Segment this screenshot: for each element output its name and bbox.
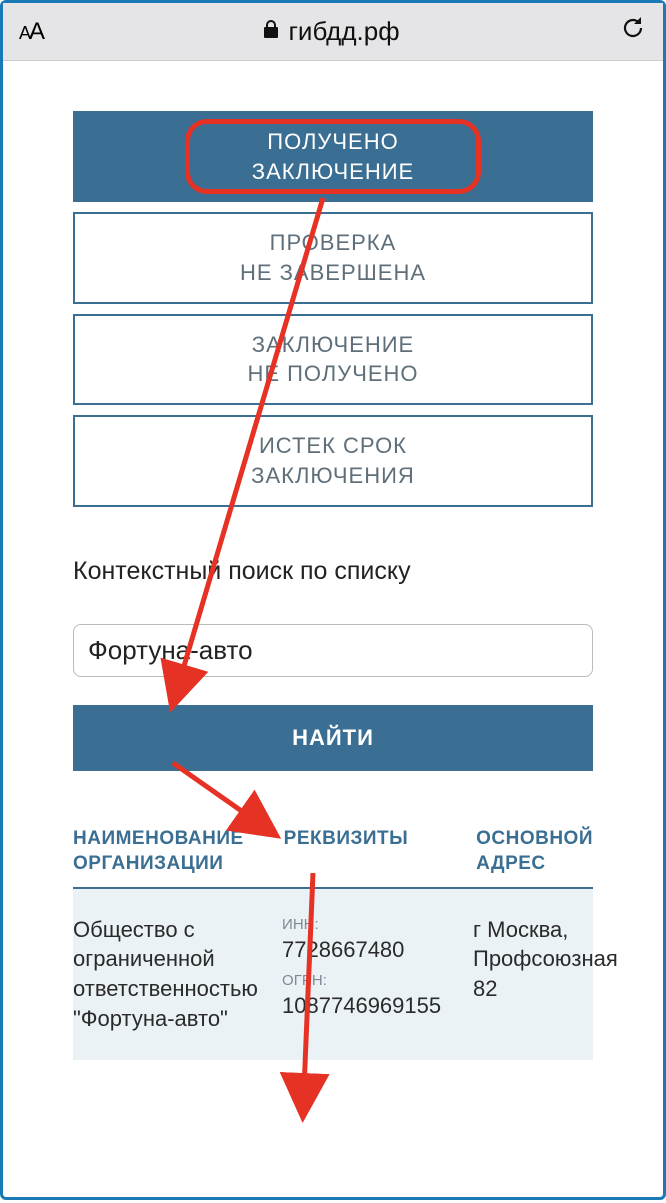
th-requisites[interactable]: РЕКВИЗИТЫ [284,826,476,877]
ogrn-label: ОГРН: [282,971,463,991]
text-size-button[interactable]: AA [19,18,43,46]
table-header: НАИМЕНОВАНИЕ ОРГАНИЗАЦИИ РЕКВИЗИТЫ ОСНОВ… [73,826,593,889]
results-table: НАИМЕНОВАНИЕ ОРГАНИЗАЦИИ РЕКВИЗИТЫ ОСНОВ… [73,826,593,1060]
filter-received-line1: ПОЛУЧЕНО [267,129,398,154]
search-section-label: Контекстный поиск по списку [73,557,593,586]
inn-value: 7728667480 [282,935,463,965]
filter-in-progress[interactable]: ПРОВЕРКА НЕ ЗАВЕРШЕНА [73,212,593,303]
filter-expired[interactable]: ИСТЕК СРОК ЗАКЛЮЧЕНИЯ [73,415,593,506]
filter-in-progress-line1: ПРОВЕРКА [270,230,397,255]
td-name: Общество с ограниченной ответственностью… [73,915,282,1034]
search-button[interactable]: НАЙТИ [73,705,593,771]
filter-not-received-line1: ЗАКЛЮЧЕНИЕ [252,332,414,357]
filter-expired-line1: ИСТЕК СРОК [259,433,407,458]
filter-expired-line2: ЗАКЛЮЧЕНИЯ [251,463,415,488]
inn-label: ИНН: [282,915,463,935]
ogrn-value: 1087746969155 [282,991,463,1021]
search-input[interactable] [73,624,593,677]
th-name[interactable]: НАИМЕНОВАНИЕ ОРГАНИЗАЦИИ [73,826,284,877]
filter-received[interactable]: ПОЛУЧЕНО ЗАКЛЮЧЕНИЕ [73,111,593,202]
filter-in-progress-line2: НЕ ЗАВЕРШЕНА [240,260,426,285]
lock-icon [262,19,280,45]
filter-not-received-line2: НЕ ПОЛУЧЕНО [247,361,418,386]
th-address[interactable]: ОСНОВНОЙ АДРЕС [476,826,593,877]
filter-not-received[interactable]: ЗАКЛЮЧЕНИЕ НЕ ПОЛУЧЕНО [73,314,593,405]
browser-toolbar: AA гибдд.рф [3,3,663,61]
td-requisites: ИНН: 7728667480 ОГРН: 1087746969155 [282,915,473,1034]
url-text: гибдд.рф [288,16,399,47]
url-display[interactable]: гибдд.рф [262,16,399,47]
td-address: г Москва, Профсоюзная 82 [473,915,593,1034]
reload-button[interactable] [619,14,647,50]
table-row[interactable]: Общество с ограниченной ответственностью… [73,889,593,1060]
page-content: ПОЛУЧЕНО ЗАКЛЮЧЕНИЕ ПРОВЕРКА НЕ ЗАВЕРШЕН… [3,61,663,1197]
filter-received-line2: ЗАКЛЮЧЕНИЕ [252,159,414,184]
